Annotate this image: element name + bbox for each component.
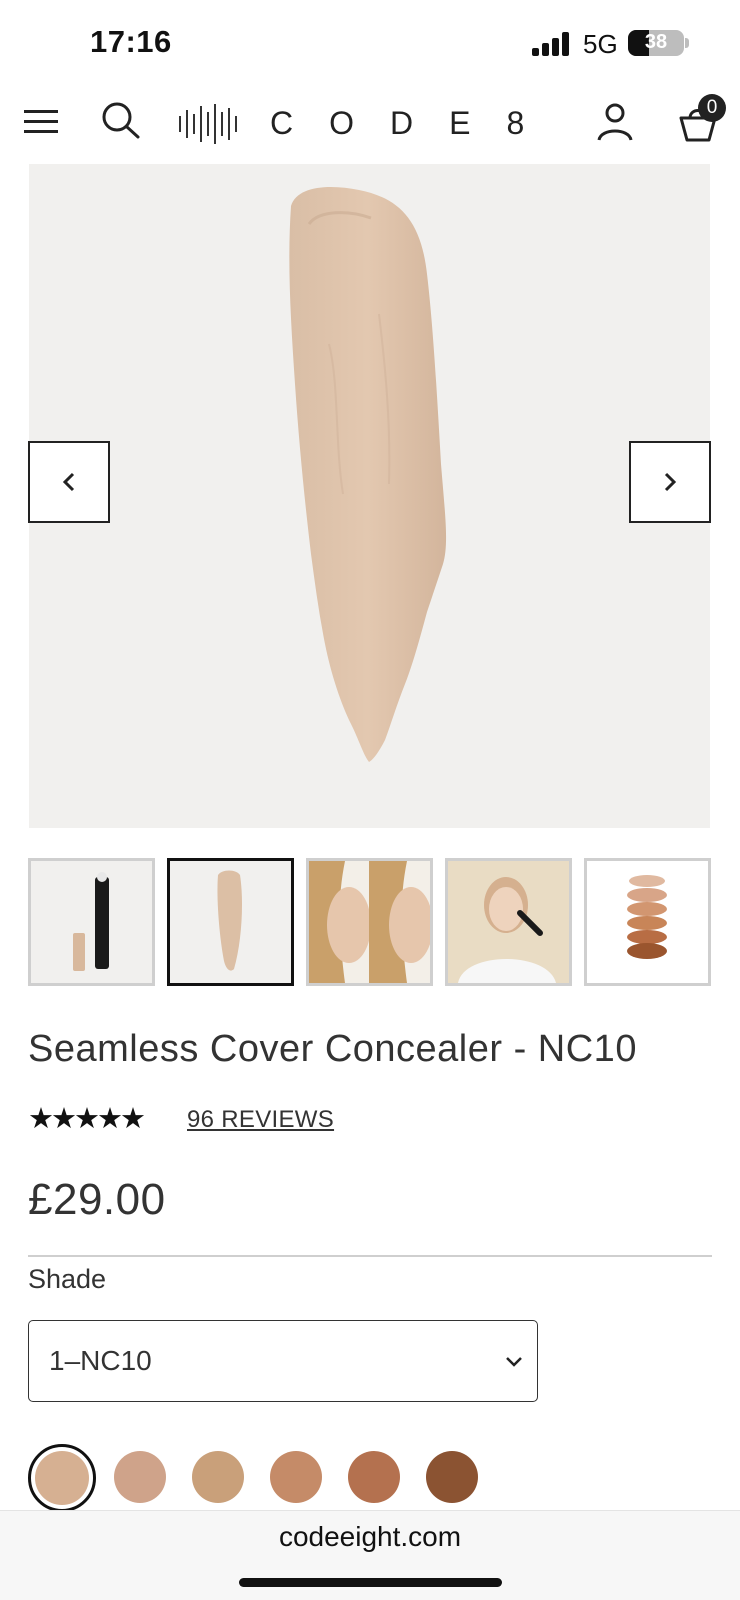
shade-swatch[interactable] xyxy=(192,1451,244,1503)
chevron-right-icon xyxy=(664,472,677,492)
menu-icon[interactable] xyxy=(24,108,58,136)
battery-level: 38 xyxy=(644,31,668,53)
brand-wordmark[interactable]: CODE8 xyxy=(270,105,570,145)
account-icon[interactable] xyxy=(596,102,634,142)
shade-swatch-selected[interactable] xyxy=(28,1444,96,1512)
gallery-next-button[interactable] xyxy=(629,441,711,523)
chevron-left-icon xyxy=(62,472,75,492)
product-hero-image[interactable] xyxy=(29,164,710,828)
rating-stars: ★★★★★ xyxy=(28,1103,146,1135)
site-header: CODE8 0 xyxy=(0,86,740,164)
shade-swatch[interactable] xyxy=(270,1451,322,1503)
gallery-thumbnails xyxy=(28,858,712,986)
battery-nub xyxy=(685,38,689,48)
thumbnail-face-comparison[interactable] xyxy=(306,858,433,986)
network-type: 5G xyxy=(583,29,618,59)
shade-swatches xyxy=(28,1444,712,1514)
shade-swatch-color xyxy=(35,1451,89,1505)
browser-url: codeeight.com xyxy=(278,1521,462,1552)
shade-label: Shade xyxy=(28,1264,107,1294)
shade-selected-value: 1–NC10 xyxy=(49,1345,152,1376)
shade-dropdown[interactable]: 1–NC10 xyxy=(28,1320,538,1402)
concealer-swatch-image xyxy=(289,187,447,762)
chevron-down-icon xyxy=(506,1357,522,1367)
home-indicator[interactable] xyxy=(239,1578,502,1587)
shade-swatch[interactable] xyxy=(426,1451,478,1503)
status-time: 17:16 xyxy=(90,24,172,59)
gallery-prev-button[interactable] xyxy=(28,441,110,523)
thumbnail-shade-range[interactable] xyxy=(584,858,711,986)
thumbnail-product-bottle[interactable] xyxy=(28,858,155,986)
search-icon[interactable] xyxy=(100,100,142,142)
product-price: £29.00 xyxy=(28,1175,166,1224)
shade-swatch[interactable] xyxy=(348,1451,400,1503)
thumbnail-model-applying[interactable] xyxy=(445,858,572,986)
product-title: Seamless Cover Concealer - NC10 xyxy=(28,1028,637,1070)
thumbnail-swatch-smear[interactable] xyxy=(167,858,294,986)
section-divider xyxy=(28,1255,712,1257)
cellular-signal-icon xyxy=(532,32,572,56)
shade-swatch[interactable] xyxy=(114,1451,166,1503)
brand-logo-icon[interactable] xyxy=(178,104,240,144)
reviews-link[interactable]: 96 REVIEWS xyxy=(187,1106,334,1134)
battery-icon: 38 xyxy=(628,30,684,56)
product-rating: ★★★★★ 96 REVIEWS xyxy=(28,1101,368,1135)
bag-count-badge: 0 xyxy=(698,94,726,122)
status-bar: 17:16 5G 38 xyxy=(0,0,740,86)
